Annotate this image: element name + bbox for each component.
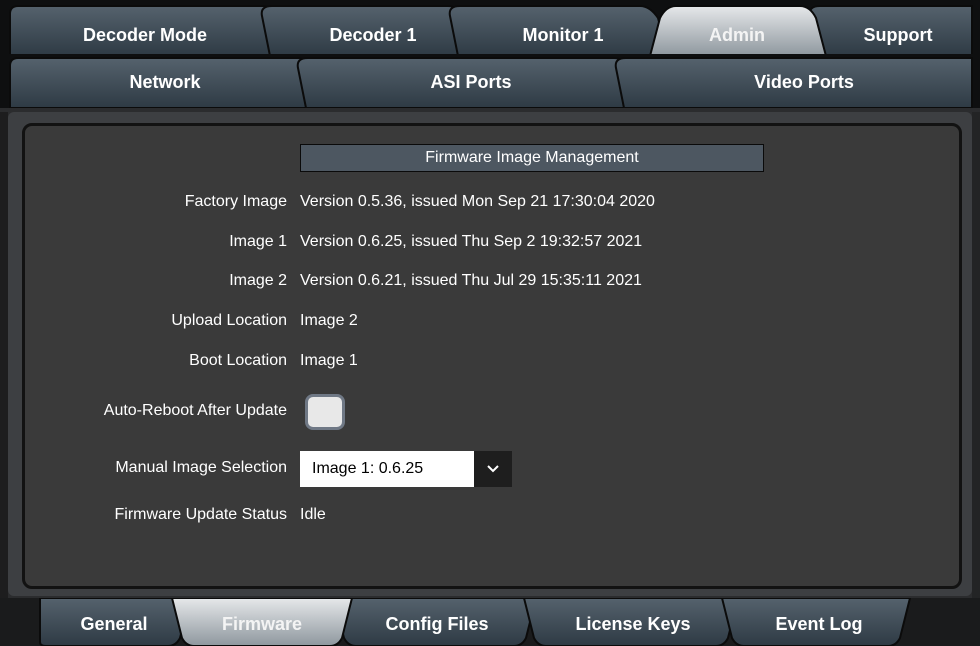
factory-image-value: Version 0.5.36, issued Mon Sep 21 17:30:… [300,193,655,210]
tab-config-files[interactable]: Config Files [346,602,528,646]
tab-decoder-mode[interactable]: Decoder Mode [20,14,270,56]
boot-location-value: Image 1 [300,352,358,369]
manual-image-select-value: Image 1: 0.6.25 [312,460,424,477]
main-tab-bar: Decoder Mode Decoder 1 Monitor 1 Admin S… [0,0,980,56]
tab-decoder-1[interactable]: Decoder 1 [280,14,466,56]
tab-monitor-1[interactable]: Monitor 1 [468,14,658,56]
factory-image-label: Factory Image [184,193,287,210]
upload-location-value: Image 2 [300,312,358,329]
image-2-label: Image 2 [229,272,287,289]
status-value: Idle [300,506,326,523]
tab-network[interactable]: Network [20,62,310,102]
autoreboot-label: Auto-Reboot After Update [103,402,287,419]
autoreboot-checkbox[interactable] [305,394,345,430]
tab-firmware[interactable]: Firmware [184,602,340,646]
image-1-value: Version 0.6.25, issued Thu Sep 2 19:32:5… [300,233,643,250]
boot-location-label: Boot Location [189,352,287,369]
chevron-down-icon[interactable] [474,451,512,487]
manual-image-select[interactable]: Image 1: 0.6.25 [300,451,512,487]
tab-event-log[interactable]: Event Log [736,602,902,646]
right-edge [972,112,980,598]
admin-section-tab-bar: General Firmware Config Files License Ke… [0,598,980,646]
tab-support[interactable]: Support [828,14,968,56]
status-label: Firmware Update Status [114,506,287,523]
image-1-label: Image 1 [229,233,287,250]
tab-admin[interactable]: Admin [662,14,812,56]
tab-license-keys[interactable]: License Keys [536,602,730,646]
manual-selection-label: Manual Image Selection [115,459,287,476]
image-2-value: Version 0.6.21, issued Thu Jul 29 15:35:… [300,272,642,289]
upload-location-label: Upload Location [171,312,287,329]
admin-subtab-bar: Network ASI Ports Video Ports [0,54,980,108]
section-header: Firmware Image Management [300,144,764,172]
tab-asi-ports[interactable]: ASI Ports [316,62,626,102]
tab-video-ports[interactable]: Video Ports [636,62,972,102]
tab-general[interactable]: General [44,602,184,646]
